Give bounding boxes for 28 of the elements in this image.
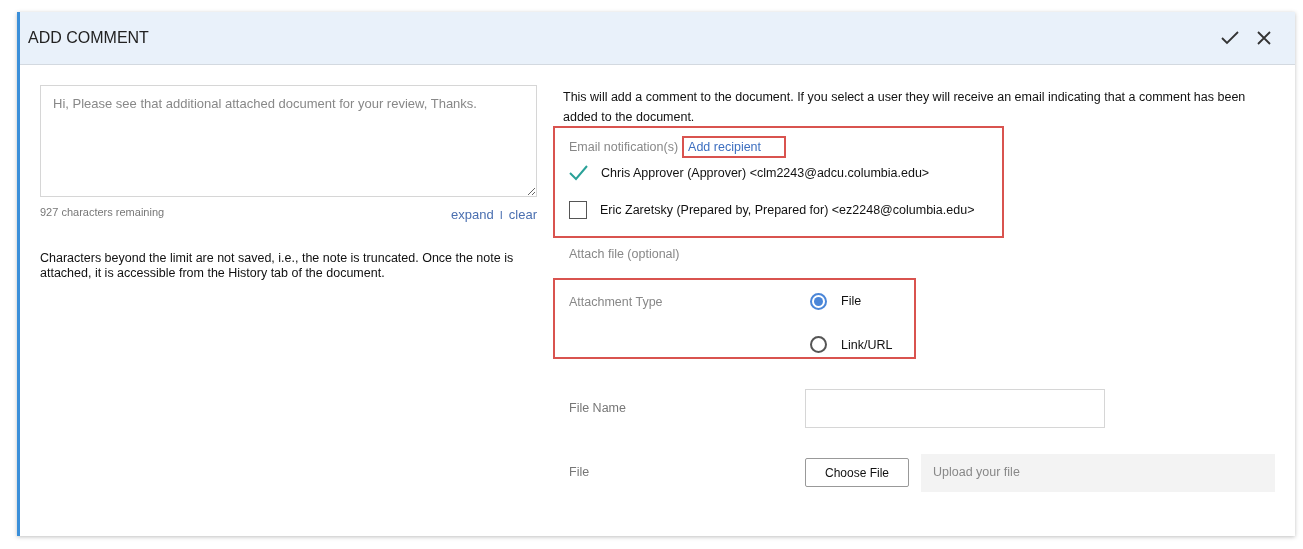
truncation-note: Characters beyond the limit are not saved, i.e., the note is truncated. Once the note is attached, it is accessible from the History tab of the document.	[40, 250, 515, 281]
radio-label: Link/URL	[841, 336, 893, 354]
attachment-type-label: Attachment Type	[569, 293, 664, 311]
check-icon[interactable]	[569, 165, 588, 182]
radio-button[interactable]	[810, 292, 827, 310]
close-icon[interactable]	[1257, 31, 1271, 45]
expand-link[interactable]: expand	[451, 205, 494, 225]
upload-placeholder: Upload your file	[933, 464, 1020, 482]
file-name-field[interactable]	[805, 388, 1105, 428]
email-label: Email notification(s)	[569, 138, 679, 156]
checkbox[interactable]	[569, 201, 587, 220]
clear-link[interactable]: clear	[508, 205, 537, 225]
characters-remaining: 927 characters remaining	[40, 205, 165, 220]
link-separator: I	[499, 207, 503, 223]
file-name-label: File Name	[569, 399, 627, 417]
dialog-title: ADD COMMENT	[28, 28, 149, 48]
comment-field[interactable]: Hi, Please see that additional attached document for your review, Thanks.	[40, 85, 537, 197]
add-recipient-link[interactable]: Add recipient	[682, 136, 787, 158]
radio-button[interactable]	[810, 336, 827, 354]
radio-label: File	[841, 292, 862, 310]
upload-field[interactable]: Upload your file	[921, 453, 1275, 492]
attach-file-label: Attach file (optional)	[568, 246, 681, 263]
file-label: File	[569, 464, 591, 482]
intro-text: This will add a comment to the document. If you select a user they will receive an email indicating that a comment has been added to the document.	[562, 89, 1247, 126]
confirm-icon[interactable]	[1221, 31, 1239, 45]
recipient-label: Eric Zaretsky (Prepared by, Prepared for) <ez2248@columbia.edu>	[600, 201, 975, 219]
recipient-label: Chris Approver (Approver) <clm2243@adcu.columbia.edu>	[601, 165, 930, 182]
choose-file-button[interactable]: Choose File	[805, 458, 909, 488]
